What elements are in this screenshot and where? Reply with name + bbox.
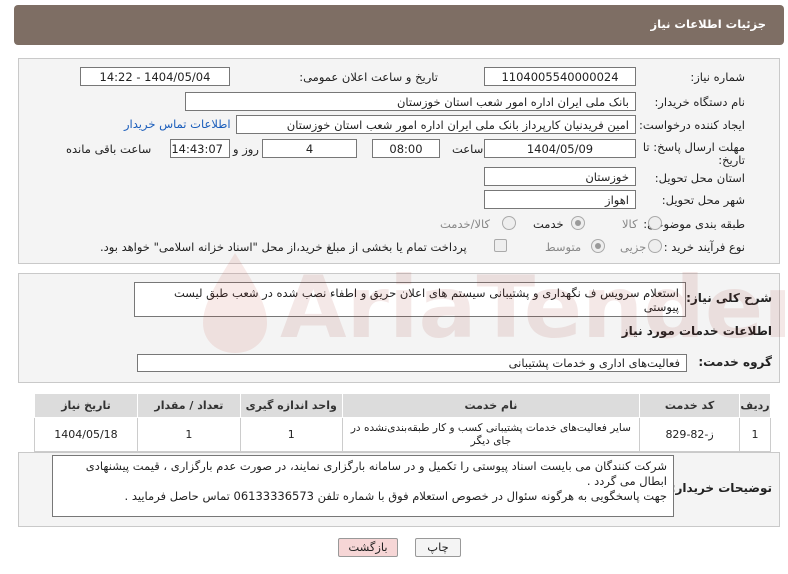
days-field: 4: [262, 139, 357, 158]
buyer-org-field: بانک ملی ایران اداره امور شعب استان خوزس…: [185, 92, 636, 111]
announce-label: تاریخ و ساعت اعلان عمومی:: [299, 70, 438, 84]
cell-service-code: ز-82-829: [639, 417, 741, 452]
need-info-panel: [18, 58, 780, 264]
creator-field: امین فریدنیان کارپرداز بانک ملی ایران اد…: [236, 115, 636, 134]
remaining-label: ساعت باقی مانده: [66, 142, 152, 156]
deadline-label-2: تاریخ:: [718, 153, 745, 167]
days-label: روز و: [233, 142, 259, 156]
city-label: شهر محل تحویل:: [661, 193, 745, 207]
print-button[interactable]: چاپ: [415, 538, 461, 557]
col-header-service-name: نام خدمت: [341, 393, 641, 418]
contact-buyer-link[interactable]: اطلاعات تماس خریدار: [124, 117, 231, 131]
buyer-notes-line-2: ابطال می گردد .: [586, 474, 667, 488]
cell-service-name: سایر فعالیت‌های خدمات پشتیبانی کسب و کار…: [341, 417, 641, 452]
service-group-label: گروه خدمت:: [698, 355, 772, 369]
process-option-medium: متوسط: [545, 240, 582, 254]
need-number-label: شماره نیاز:: [690, 70, 745, 84]
deadline-time-label: ساعت: [452, 142, 484, 156]
payment-note: پرداخت تمام یا بخشی از مبلغ خرید،از محل …: [100, 240, 467, 254]
col-header-row-number: ردیف: [739, 393, 771, 418]
col-header-need-date: تاریخ نیاز: [34, 393, 138, 418]
process-radio-medium[interactable]: [591, 239, 605, 253]
table-header-row: ردیف کد خدمت نام خدمت واحد اندازه گیری ت…: [34, 393, 771, 418]
remaining-time-field: 14:43:07: [170, 139, 230, 158]
page-header: جزئیات اطلاعات نیاز: [14, 5, 784, 45]
table-row: 1 ز-82-829 سایر فعالیت‌های خدمات پشتیبان…: [34, 417, 771, 452]
buyer-notes-line-1: شرکت کنندگان می بایست اسناد پیوستی را تک…: [85, 459, 667, 473]
cell-row-number: 1: [739, 417, 771, 452]
deadline-label-1: مهلت ارسال پاسخ: تا: [642, 140, 745, 154]
buyer-notes-label: توضیحات خریدار:: [670, 481, 772, 495]
col-header-quantity: تعداد / مقدار: [136, 393, 241, 418]
col-header-unit: واحد اندازه گیری: [239, 393, 343, 418]
deadline-time-field: 08:00: [372, 139, 440, 158]
services-section-title: اطلاعات خدمات مورد نیاز: [621, 324, 772, 338]
deadline-date-field: 1404/05/09: [484, 139, 636, 158]
back-button[interactable]: بازگشت: [338, 538, 398, 557]
buyer-notes-textarea[interactable]: شرکت کنندگان می بایست اسناد پیوستی را تک…: [52, 455, 674, 517]
cell-quantity: 1: [136, 417, 241, 452]
summary-text: استعلام سرویس ف نگهداری و پشتیبانی سیستم…: [174, 286, 679, 314]
treasury-checkbox[interactable]: [494, 239, 507, 252]
category-radio-goods-service[interactable]: [502, 216, 516, 230]
province-label: استان محل تحویل:: [654, 171, 745, 185]
buyer-org-label: نام دستگاه خریدار:: [654, 95, 745, 109]
category-option-goods-service: کالا/خدمت: [440, 217, 491, 231]
process-radio-partial[interactable]: [648, 239, 662, 253]
page-title: جزئیات اطلاعات نیاز: [650, 17, 766, 31]
province-field: خوزستان: [484, 167, 636, 186]
announce-field: 1404/05/04 - 14:22: [80, 67, 230, 86]
services-table: ردیف کد خدمت نام خدمت واحد اندازه گیری ت…: [34, 393, 771, 452]
buyer-notes-line-3: جهت پاسخگویی به هرگونه سئوال در خصوص است…: [124, 489, 667, 503]
cell-need-date: 1404/05/18: [34, 417, 138, 452]
creator-label: ایجاد کننده درخواست:: [639, 118, 745, 132]
category-radio-service[interactable]: [571, 216, 585, 230]
process-option-partial: جزیی: [620, 240, 647, 254]
service-group-field: فعالیت‌های اداری و خدمات پشتیبانی: [137, 354, 687, 372]
cell-unit: 1: [239, 417, 343, 452]
category-option-service: خدمت: [533, 217, 564, 231]
category-option-goods: کالا: [622, 217, 638, 231]
process-label: نوع فرآیند خرید :: [663, 240, 745, 254]
summary-textarea[interactable]: استعلام سرویس ف نگهداری و پشتیبانی سیستم…: [134, 282, 686, 317]
city-field: اهواز: [484, 190, 636, 209]
category-radio-goods[interactable]: [648, 216, 662, 230]
need-number-field: 1104005540000024: [484, 67, 636, 86]
summary-label: شرح کلی نیاز:: [686, 291, 772, 305]
col-header-service-code: کد خدمت: [639, 393, 741, 418]
